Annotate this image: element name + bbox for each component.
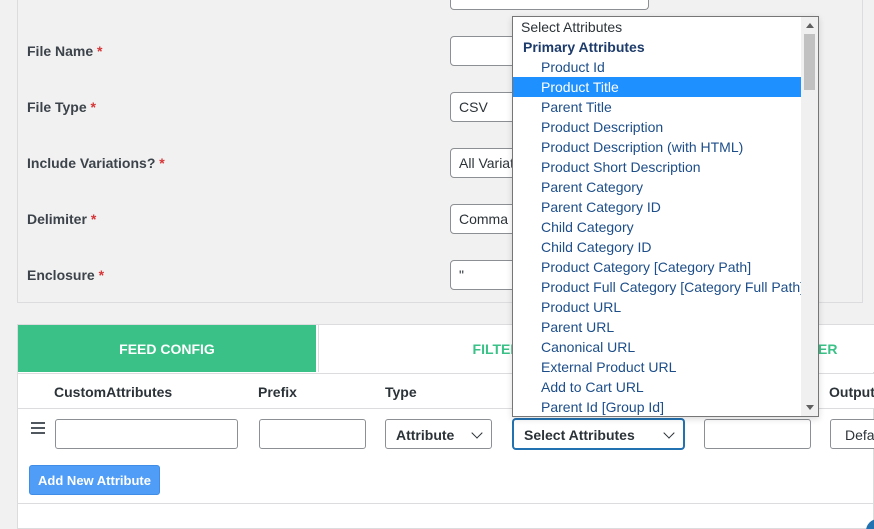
type-select[interactable]: Attribute <box>385 419 492 449</box>
top-cut-field[interactable] <box>450 0 649 10</box>
enclosure-select[interactable]: " <box>450 260 520 290</box>
header-output: Output <box>829 384 874 400</box>
dropdown-group-label: Primary Attributes <box>523 39 645 55</box>
scrollbar-thumb[interactable] <box>804 34 815 90</box>
dropdown-option[interactable]: Product URL <box>513 297 802 317</box>
file-type-label: File Type * <box>27 99 96 115</box>
drag-handle-icon[interactable] <box>31 422 45 434</box>
dropdown-option[interactable]: External Product URL <box>513 357 802 377</box>
delimiter-select[interactable]: Comma <box>450 204 520 234</box>
add-new-attribute-button[interactable]: Add New Attribute <box>29 465 160 495</box>
dropdown-option[interactable]: Child Category <box>513 217 802 237</box>
header-type: Type <box>385 384 417 400</box>
enclosure-label: Enclosure * <box>27 267 105 283</box>
file-name-input[interactable] <box>450 36 520 66</box>
divider <box>18 503 874 504</box>
attribute-dropdown-list[interactable]: Select Attributes Primary Attributes Pro… <box>512 16 819 417</box>
scroll-up-icon[interactable] <box>806 23 814 28</box>
attribute-select[interactable]: Select Attributes <box>513 419 684 449</box>
dropdown-option[interactable]: Parent Category <box>513 177 802 197</box>
dropdown-option[interactable]: Parent Id [Group Id] <box>513 397 802 416</box>
header-custom-attributes: CustomAttributes <box>54 384 173 400</box>
output-select[interactable]: Defa <box>830 419 874 449</box>
dropdown-placeholder[interactable]: Select Attributes <box>513 17 802 37</box>
include-variations-select[interactable]: All Variat <box>450 148 520 178</box>
dropdown-option[interactable]: Product Id <box>513 57 802 77</box>
dropdown-option[interactable]: Parent Category ID <box>513 197 802 217</box>
dropdown-option[interactable]: Product Description <box>513 117 802 137</box>
dropdown-option[interactable]: Parent URL <box>513 317 802 337</box>
suffix-input[interactable] <box>704 419 811 449</box>
dropdown-option[interactable]: Child Category ID <box>513 237 802 257</box>
dropdown-option[interactable]: Add to Cart URL <box>513 377 802 397</box>
custom-attribute-input[interactable] <box>55 419 238 449</box>
dropdown-scrollbar[interactable] <box>801 17 818 416</box>
scroll-down-icon[interactable] <box>806 405 814 410</box>
dropdown-option[interactable]: Product Full Category [Category Full Pat… <box>513 277 804 297</box>
header-prefix: Prefix <box>258 384 297 400</box>
dropdown-option[interactable]: Product Description (with HTML) <box>513 137 802 157</box>
dropdown-option[interactable]: Parent Title <box>513 97 802 117</box>
dropdown-option[interactable]: Product Short Description <box>513 157 802 177</box>
file-type-select[interactable]: CSV <box>450 92 520 122</box>
chevron-down-icon <box>471 427 483 439</box>
include-variations-label: Include Variations? * <box>27 155 165 171</box>
dropdown-option[interactable]: Product Category [Category Path] <box>513 257 802 277</box>
file-name-label: File Name * <box>27 43 103 59</box>
dropdown-option[interactable]: Product Title <box>513 77 802 97</box>
dropdown-options: Select Attributes Primary Attributes Pro… <box>513 17 804 416</box>
tab-feed-config[interactable]: FEED CONFIG <box>18 325 316 372</box>
chevron-down-icon <box>663 427 675 439</box>
delimiter-label: Delimiter * <box>27 211 97 227</box>
dropdown-option[interactable]: Canonical URL <box>513 337 802 357</box>
prefix-input[interactable] <box>259 419 366 449</box>
